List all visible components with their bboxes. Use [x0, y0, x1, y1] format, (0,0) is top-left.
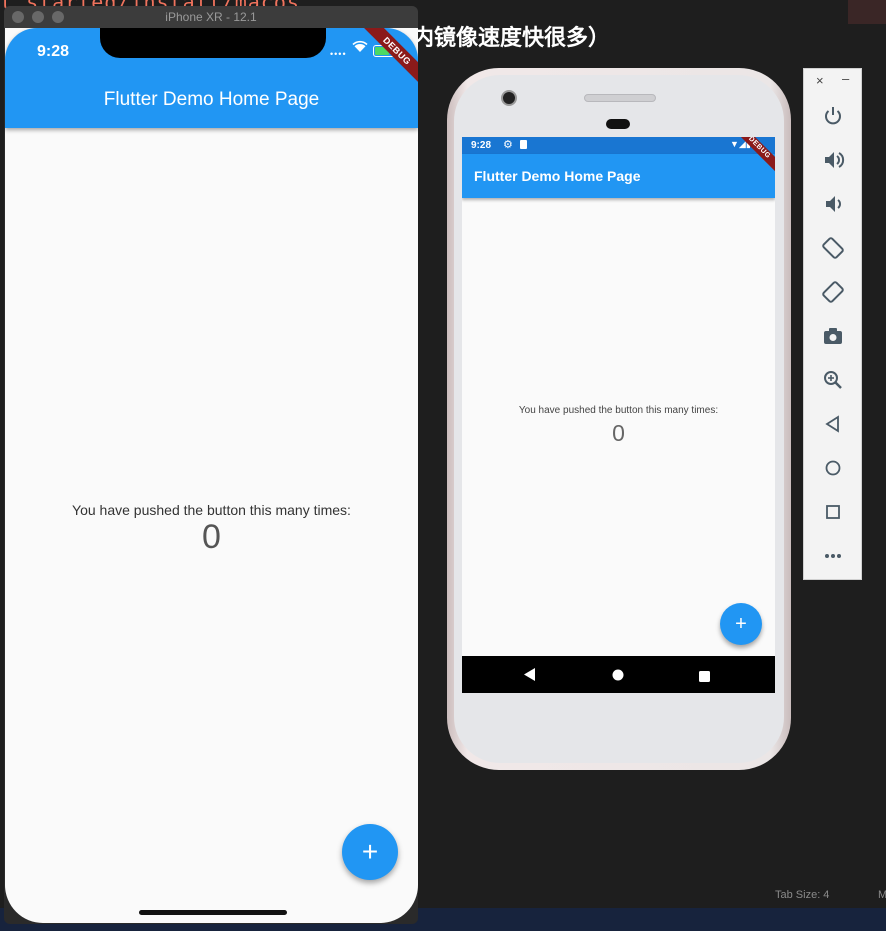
emulator-close-button[interactable]: × [816, 73, 824, 88]
sd-card-icon [520, 140, 527, 149]
home-icon[interactable] [818, 453, 848, 483]
android-screen: 9:28 ⚙ ▼◢▮ Flutter Demo Home Page DEBUG … [462, 137, 775, 693]
simulator-title: iPhone XR - 12.1 [165, 10, 257, 24]
increment-fab[interactable]: + [342, 824, 398, 880]
app-bar-title: Flutter Demo Home Page [103, 89, 320, 110]
counter-message: You have pushed the button this many tim… [72, 502, 351, 518]
settings-notification-icon: ⚙ [503, 139, 513, 151]
add-icon: + [361, 836, 379, 867]
status-bar-trailing-text: M [878, 889, 886, 901]
earpiece-speaker [584, 94, 656, 102]
nav-home-icon[interactable] [612, 668, 624, 686]
cellular-signal-icon: •••• [330, 49, 347, 59]
zoom-icon[interactable] [818, 365, 848, 395]
rotate-right-icon[interactable] [818, 277, 848, 307]
android-app-bar: Flutter Demo Home Page [462, 154, 775, 198]
volume-down-icon[interactable] [818, 189, 848, 219]
rotate-left-icon[interactable] [818, 233, 848, 263]
more-icon[interactable] [818, 541, 848, 571]
android-counter-value: 0 [612, 420, 625, 446]
counter-value: 0 [202, 518, 221, 556]
emulator-toolbar: × – [803, 68, 862, 580]
back-icon[interactable] [818, 409, 848, 439]
tab-size-indicator[interactable]: Tab Size: 4 [775, 889, 829, 901]
nav-recents-icon[interactable] [699, 669, 710, 687]
android-status-bar: 9:28 ⚙ ▼◢▮ [462, 137, 775, 154]
volume-up-icon[interactable] [818, 145, 848, 175]
front-camera [501, 90, 517, 106]
ios-screen: 9:28 •••• Flutter Demo Home Page DEBUG Y… [5, 28, 418, 923]
editor-highlight-block [848, 0, 886, 24]
ios-simulator-window: iPhone XR - 12.1 9:28 •••• Flutter Demo … [4, 6, 418, 924]
wifi-icon [352, 39, 368, 58]
proximity-sensor [606, 119, 630, 129]
android-increment-fab[interactable]: + [720, 603, 762, 645]
editor-heading-fragment: 内镜像速度快很多） [412, 26, 611, 51]
emulator-minimize-button[interactable]: – [842, 71, 849, 86]
home-indicator[interactable] [139, 910, 287, 915]
camera-icon[interactable] [818, 321, 848, 351]
overview-icon[interactable] [818, 497, 848, 527]
android-counter-message: You have pushed the button this many tim… [518, 405, 719, 416]
android-app-bar-title: Flutter Demo Home Page [474, 168, 641, 184]
simulator-title-bar: iPhone XR - 12.1 [4, 6, 418, 28]
android-status-time: 9:28 [471, 140, 492, 151]
status-time: 9:28 [37, 43, 70, 60]
power-icon[interactable] [818, 101, 848, 131]
android-add-icon: + [735, 613, 747, 635]
nav-back-icon[interactable] [524, 668, 536, 686]
device-notch [100, 28, 326, 58]
android-nav-bar [462, 656, 775, 693]
